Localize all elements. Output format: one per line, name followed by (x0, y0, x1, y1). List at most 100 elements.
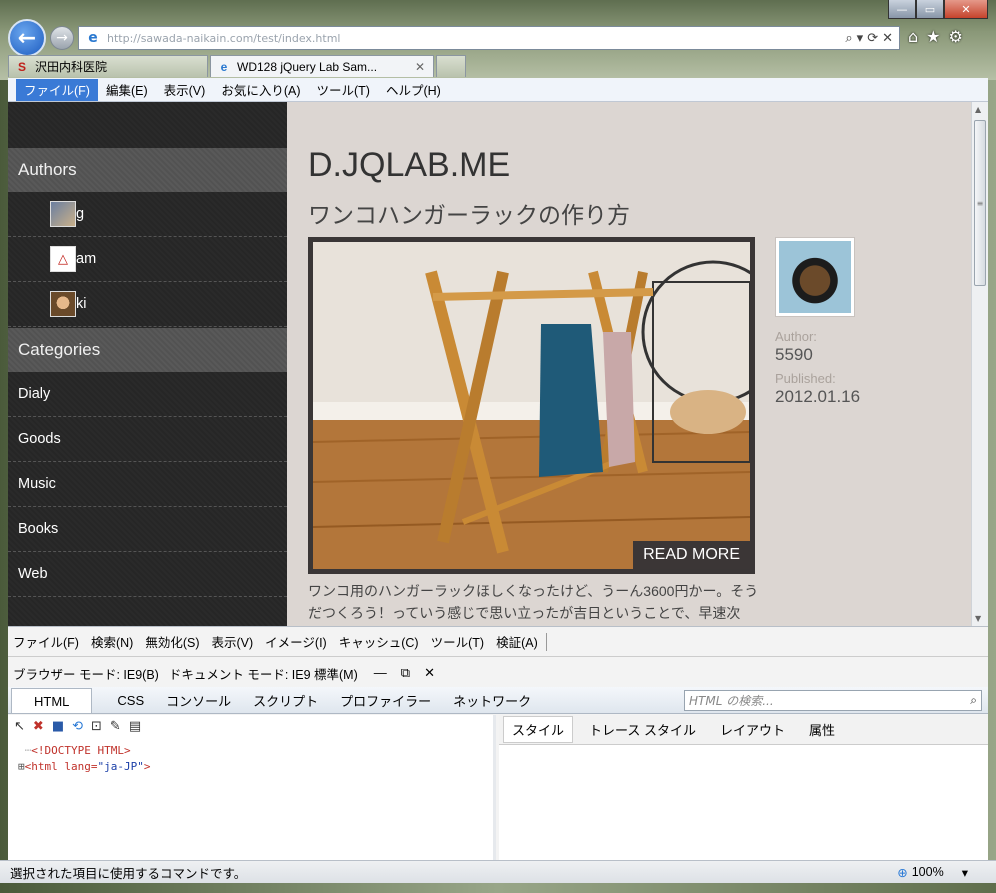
restore-icon[interactable]: ⧉ (401, 665, 410, 681)
author-item-am[interactable]: △ am (8, 237, 287, 282)
document-mode-dropdown[interactable]: ドキュメント モード: IE9 標準(M) (169, 664, 358, 683)
browser-toolbar-right: ⌂ ★ ⚙ (908, 27, 963, 46)
post-photo: READ MORE (313, 242, 750, 569)
category-item-web[interactable]: Web (8, 552, 287, 597)
menu-tools[interactable]: ツール(T) (308, 79, 377, 101)
menu-edit[interactable]: 編集(E) (98, 79, 156, 101)
zoom-icon: ⊕ (897, 865, 908, 880)
devtools-window-controls: — ⧉ ✕ (374, 665, 435, 681)
search-icon[interactable]: ⌕ (970, 693, 977, 708)
author-item-g[interactable]: g (8, 192, 287, 237)
zoom-level: 100% (911, 865, 944, 879)
back-button[interactable]: ← (8, 19, 46, 57)
hanger-rack-illustration (313, 242, 750, 569)
home-icon[interactable]: ⌂ (908, 27, 918, 46)
author-avatar[interactable] (775, 237, 855, 317)
window-bottom-edge (0, 883, 996, 893)
menu-help[interactable]: ヘルプ(H) (378, 79, 449, 101)
address-bar[interactable]: e http://sawada-naikain.com/test/index.h… (78, 26, 900, 50)
favorites-star-icon[interactable]: ★ (926, 27, 940, 46)
menu-view[interactable]: 表示(V) (156, 79, 214, 101)
site-title[interactable]: D.JQLAB.ME (308, 146, 510, 185)
tab-console[interactable]: コンソール (155, 688, 242, 713)
category-label: Music (18, 476, 56, 492)
expand-icon[interactable]: ⊞ (18, 760, 25, 773)
maximize-button[interactable]: ▭ (916, 0, 944, 19)
author-item-ki[interactable]: ki (8, 282, 287, 327)
browser-mode-dropdown[interactable]: ブラウザー モード: IE9(B) (13, 664, 159, 683)
menu-separator (545, 632, 547, 651)
search-placeholder: HTML の検索... (689, 694, 774, 708)
tab-network[interactable]: ネットワーク (442, 688, 542, 713)
read-more-button[interactable]: READ MORE (633, 541, 750, 569)
status-bar: 選択された項目に使用するコマンドです。 ⊕ 100% ▾ (0, 860, 996, 883)
scroll-up-icon[interactable]: ▲ (975, 105, 981, 114)
author-value: 5590 (775, 345, 813, 364)
authors-heading: Authors (8, 148, 287, 192)
post-image-frame[interactable]: READ MORE (308, 237, 755, 574)
devtools-menu-tools[interactable]: ツール(T) (431, 632, 484, 651)
category-item-music[interactable]: Music (8, 462, 287, 507)
page-scrollbar[interactable]: ▲ ≡ ▼ (971, 102, 988, 626)
devtools-menu-disable[interactable]: 無効化(S) (145, 632, 199, 651)
html-search-input[interactable]: HTML の検索... ⌕ (684, 690, 982, 711)
address-url[interactable]: http://sawada-naikain.com/test/index.htm… (107, 32, 845, 45)
tab-html[interactable]: HTML (11, 688, 93, 713)
tab-script[interactable]: スクリプト (242, 688, 329, 713)
chevron-down-icon[interactable]: ▾ (857, 31, 864, 46)
chevron-down-icon[interactable]: ▾ (962, 865, 968, 880)
category-item-dialy[interactable]: Dialy (8, 372, 287, 417)
scrollbar-thumb[interactable]: ≡ (974, 120, 986, 286)
tab-wd128[interactable]: e WD128 jQuery Lab Sam... ✕ (210, 55, 434, 77)
gear-icon[interactable]: ⚙ (949, 27, 963, 46)
close-icon[interactable]: ✕ (424, 665, 435, 681)
dom-tree-pane: ↖ ✖ ■ ⟲ ⊡ ✎ ▤ ┈<!DOCTYPE HTML> ⊞<html la… (8, 715, 496, 861)
edit-icon[interactable]: ✎ (110, 719, 121, 734)
minimize-button[interactable]: — (888, 0, 916, 19)
categories-heading: Categories (8, 328, 287, 372)
category-label: Web (18, 566, 48, 582)
refresh-icon[interactable]: ⟳ (867, 31, 878, 46)
tab-attributes[interactable]: 属性 (801, 717, 843, 742)
close-window-button[interactable]: ✕ (944, 0, 988, 19)
search-icon[interactable]: ⌕ (845, 31, 852, 46)
devtools-menu-find[interactable]: 検索(N) (91, 632, 133, 651)
category-item-goods[interactable]: Goods (8, 417, 287, 462)
word-wrap-icon[interactable]: ▤ (129, 719, 141, 734)
avatar: △ (50, 246, 76, 272)
tab-sawada[interactable]: S 沢田内科医院 (8, 55, 208, 77)
author-label: Author: (775, 329, 817, 344)
devtools-menu-cache[interactable]: キャッシュ(C) (339, 632, 419, 651)
devtools-menu-view[interactable]: 表示(V) (212, 632, 254, 651)
menu-file[interactable]: ファイル(F) (16, 78, 98, 101)
close-icon[interactable]: ✕ (415, 60, 425, 74)
tab-trace-style[interactable]: トレース スタイル (581, 717, 704, 742)
devtools-menu-validate[interactable]: 検証(A) (496, 632, 538, 651)
category-item-books[interactable]: Books (8, 507, 287, 552)
devtools-menu-file[interactable]: ファイル(F) (13, 632, 79, 651)
new-tab-button[interactable] (436, 55, 466, 77)
dom-node-doctype[interactable]: ┈<!DOCTYPE HTML> (18, 743, 150, 759)
stop-icon[interactable]: ✕ (882, 31, 893, 46)
ie-favicon-icon: e (220, 59, 228, 74)
dom-node-html[interactable]: ⊞<html lang="ja-JP"> (18, 759, 150, 775)
author-name: am (76, 251, 97, 267)
tab-layout[interactable]: レイアウト (712, 717, 793, 742)
tab-style[interactable]: スタイル (503, 716, 574, 743)
devtools-menu-images[interactable]: イメージ(I) (265, 632, 327, 651)
tab-profiler[interactable]: プロファイラー (329, 688, 442, 713)
scroll-down-icon[interactable]: ▼ (975, 614, 981, 623)
tab-css[interactable]: CSS (106, 688, 155, 713)
author-name: g (76, 206, 85, 222)
source-icon[interactable]: ⊡ (91, 719, 102, 734)
menu-favorites[interactable]: お気に入り(A) (213, 79, 308, 101)
status-text: 選択された項目に使用するコマンドです。 (10, 866, 247, 881)
minimize-icon[interactable]: — (374, 665, 387, 681)
refresh-icon[interactable]: ⟲ (72, 719, 83, 734)
select-element-icon[interactable]: ↖ (14, 719, 25, 734)
post-title[interactable]: ワンコハンガーラックの作り方 (308, 196, 630, 230)
forward-button[interactable]: → (50, 26, 74, 50)
clear-icon[interactable]: ✖ (33, 719, 44, 734)
save-icon[interactable]: ■ (52, 719, 64, 734)
zoom-control[interactable]: ⊕ 100% ▾ (897, 865, 968, 880)
